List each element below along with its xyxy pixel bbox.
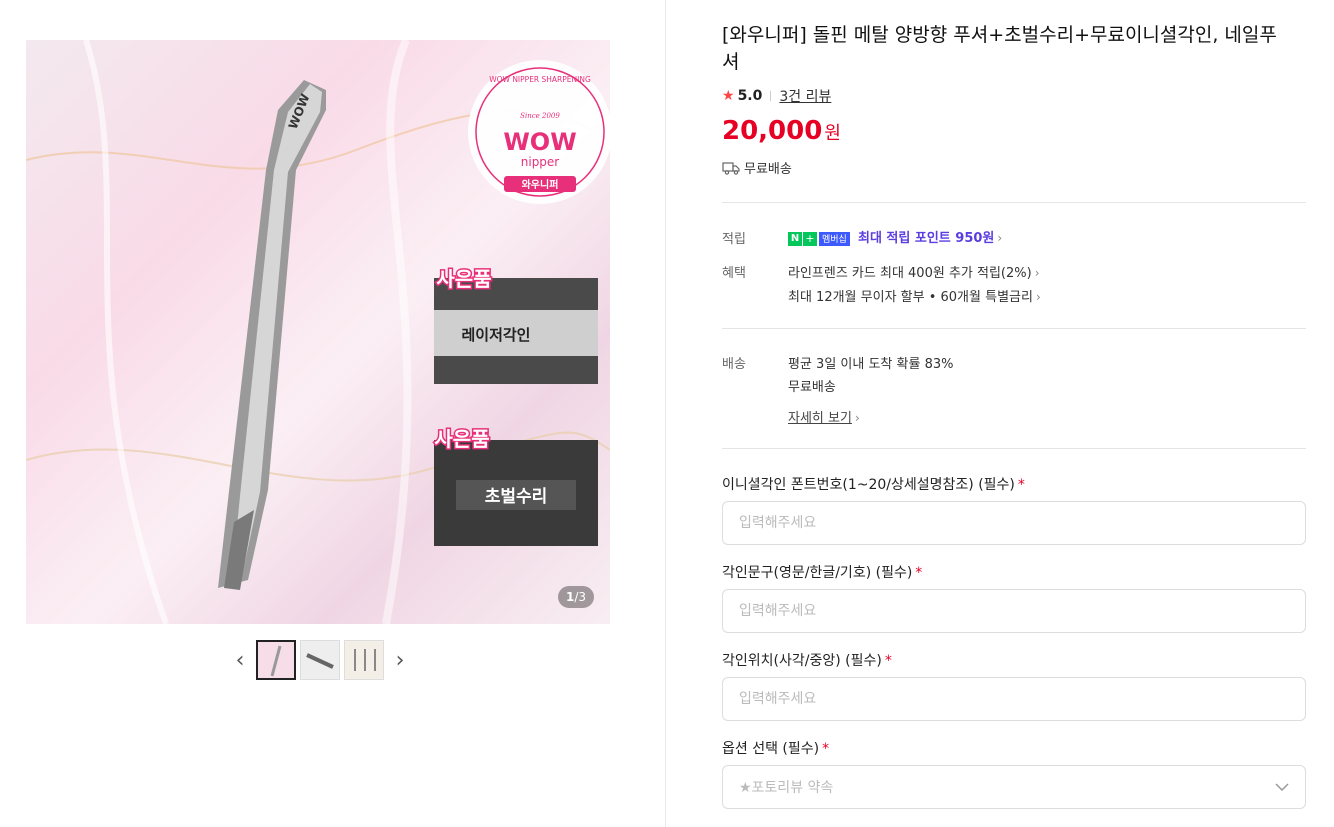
chevron-right-icon[interactable]: › <box>388 640 412 680</box>
product-title: [와우니퍼] 돌핀 메탈 양방향 푸셔+초벌수리+무료이니셜각인, 네일푸셔 <box>722 24 1277 73</box>
truck-icon <box>722 161 740 175</box>
shipping-text: 무료배송 <box>744 162 792 177</box>
gift2-text: 초벌수리 <box>485 487 548 507</box>
gift2-label: 사은품 <box>434 427 489 451</box>
review-count-link[interactable]: 3건 리뷰 <box>779 86 831 106</box>
badge-arc-text: WOW NIPPER SHARPENING <box>489 75 591 84</box>
delivery-fee: 무료배송 <box>788 380 836 395</box>
badge-wow: WOW <box>503 128 576 156</box>
badge-nipper: nipper <box>521 155 560 169</box>
image-counter: 1/3 <box>557 586 594 608</box>
divider-2 <box>722 328 1306 329</box>
points-row[interactable]: N + 멤버십 최대 적립 포인트 950원 › <box>788 227 1002 246</box>
rating-separator <box>770 91 772 101</box>
thumbnail-2[interactable] <box>300 640 340 680</box>
badge-kr: 와우니퍼 <box>522 178 559 191</box>
gift-initial-repair: 초벌수리 사은품 <box>433 426 598 546</box>
delivery-estimate: 평균 3일 이내 도착 확률 83% <box>788 357 954 372</box>
benefit-card-points[interactable]: 라인프렌즈 카드 최대 400원 추가 적립(2%) › <box>788 262 1040 281</box>
wow-nipper-badge: WOW NIPPER SHARPENING Since 2009 WOW nip… <box>468 60 610 204</box>
option-text-label: 각인문구(영문/한글/기호) (필수) * <box>722 565 923 581</box>
rating-score: 5.0 <box>737 88 763 104</box>
delivery-label: 배송 <box>722 357 746 372</box>
engrave-position-input[interactable] <box>722 677 1306 721</box>
rating-row: ★ 5.0 3건 리뷰 <box>722 86 831 106</box>
main-product-image[interactable]: WOW WOW NIPPER SHARPENING Since 2009 WOW… <box>26 40 610 624</box>
pusher-tool: WOW <box>218 80 326 590</box>
star-icon: ★ <box>722 88 735 104</box>
chevron-right-icon: › <box>854 411 860 425</box>
engrave-text-input[interactable] <box>722 589 1306 633</box>
gift-laser-engrave: 레이저각인 사은품 <box>434 266 598 384</box>
delivery-more-link[interactable]: 자세히 보기 › <box>788 407 860 426</box>
option-select-label: 옵션 선택 (필수) * <box>722 741 830 757</box>
badge-since: Since 2009 <box>520 112 560 120</box>
option-position-label: 각인위치(사각/중앙) (필수) * <box>722 653 892 669</box>
chevron-right-icon: › <box>997 231 1003 245</box>
chevron-down-icon <box>1275 783 1289 791</box>
price-value: 20,000 <box>722 116 823 146</box>
chevron-right-icon: › <box>1034 266 1040 280</box>
chevron-right-icon: › <box>1035 290 1041 304</box>
free-shipping-summary: 무료배송 <box>722 158 792 177</box>
product-gallery: WOW WOW NIPPER SHARPENING Since 2009 WOW… <box>0 0 665 827</box>
npay-membership-badge: N + 멤버십 <box>788 231 850 246</box>
font-number-input[interactable] <box>722 501 1306 545</box>
option-font-label: 이니셜각인 폰트번호(1~20/상세설명참조) (필수) * <box>722 477 1025 493</box>
divider-1 <box>722 202 1306 203</box>
thumbnail-1[interactable] <box>256 640 296 680</box>
points-label: 적립 <box>722 232 746 247</box>
column-divider <box>665 0 666 827</box>
max-points-text: 최대 적립 포인트 950원 <box>857 231 995 246</box>
option-select-dropdown[interactable]: ★포토리뷰 약속 <box>722 765 1306 809</box>
divider-3 <box>722 448 1306 449</box>
thumbnail-strip: ‹ › <box>228 640 412 680</box>
price: 20,000 원 <box>722 116 841 146</box>
thumbnail-3[interactable] <box>344 640 384 680</box>
gift1-label: 사은품 <box>436 267 491 291</box>
benefit-installment[interactable]: 최대 12개월 무이자 할부 • 60개월 특별금리 › <box>788 286 1041 305</box>
select-placeholder: ★포토리뷰 약속 <box>739 780 834 796</box>
chevron-left-icon[interactable]: ‹ <box>228 640 252 680</box>
product-illustration: WOW WOW NIPPER SHARPENING Since 2009 WOW… <box>26 40 610 624</box>
benefit-label: 혜택 <box>722 266 746 281</box>
price-unit: 원 <box>824 123 841 144</box>
gift1-text: 레이저각인 <box>461 326 530 344</box>
